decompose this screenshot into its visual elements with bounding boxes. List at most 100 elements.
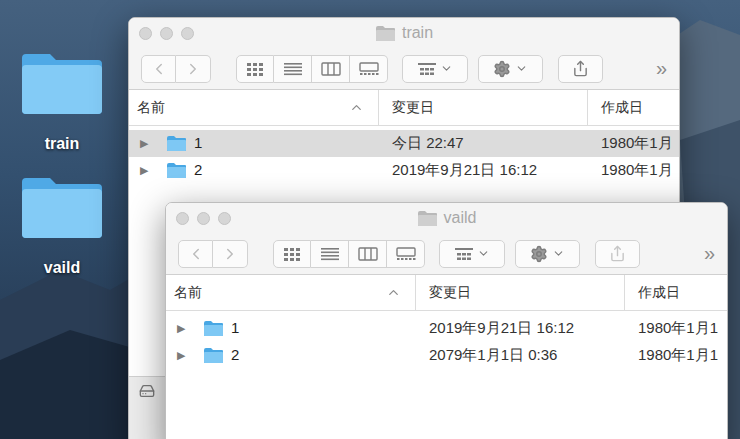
path-bar	[129, 376, 165, 439]
back-icon	[150, 60, 168, 78]
forward-button[interactable]	[213, 240, 248, 268]
file-name: 1	[194, 132, 202, 155]
gear-icon	[493, 60, 511, 78]
created-date: 1980年1月1	[625, 344, 727, 367]
action-button[interactable]	[478, 55, 543, 83]
desktop: trainvaildtrain»名前変更日作成日▶1今日 22:471980年1…	[0, 0, 740, 439]
zoom-button[interactable]	[218, 212, 231, 225]
column-header-cell[interactable]: 作成日	[588, 90, 679, 125]
back-button[interactable]	[141, 55, 176, 83]
view-mode-button[interactable]	[349, 240, 387, 268]
desktop-icons: train vaild	[20, 50, 104, 280]
file-row[interactable]: ▶ 2 2019年9月21日 16:121980年1月	[129, 157, 679, 184]
share-icon	[609, 245, 626, 262]
share-icon	[572, 60, 589, 77]
file-name: 2	[231, 344, 239, 367]
view-mode-button[interactable]	[236, 55, 274, 83]
file-list: ▶ 1 2019年9月21日 16:121980年1月1 ▶ 2 2079年1月1日 0:…	[166, 311, 727, 439]
column-header-cell[interactable]: 変更日	[379, 90, 588, 125]
close-button[interactable]	[139, 27, 152, 40]
view-mode-button[interactable]	[350, 55, 388, 83]
window-title: train	[402, 21, 433, 45]
folder-icon	[166, 135, 187, 152]
created-date: 1980年1月	[588, 132, 679, 155]
view-mode-button[interactable]	[273, 240, 311, 268]
folder-icon	[20, 50, 104, 116]
chevron-down-icon	[552, 247, 565, 260]
file-row[interactable]: ▶ 2 2079年1月1日 0:361980年1月1	[166, 342, 727, 369]
action-button[interactable]	[515, 240, 580, 268]
gear-icon	[530, 245, 548, 263]
view-mode-button[interactable]	[311, 240, 349, 268]
file-name: 2	[194, 159, 202, 182]
view-mode-button[interactable]	[312, 55, 350, 83]
toolbar-overflow[interactable]: »	[704, 243, 715, 265]
created-date: 1980年1月	[588, 159, 679, 182]
folder-icon	[203, 320, 224, 337]
title-bar[interactable]: vaild	[166, 203, 727, 233]
back-icon	[187, 245, 205, 263]
disclosure-triangle[interactable]: ▶	[140, 135, 158, 152]
desktop-folder[interactable]: vaild	[20, 174, 104, 280]
columns-view-icon	[358, 247, 378, 261]
modified-date: 2019年9月21日 16:12	[416, 317, 625, 340]
disclosure-triangle[interactable]: ▶	[177, 347, 195, 364]
gallery-view-icon	[359, 62, 379, 76]
title-bar[interactable]: train	[129, 18, 679, 48]
column-header: 名前変更日作成日	[166, 275, 727, 311]
folder-icon	[203, 347, 224, 364]
column-header-cell[interactable]: 名前	[129, 90, 379, 125]
forward-icon	[221, 245, 239, 263]
group-icon	[454, 247, 474, 261]
window-title: vaild	[444, 206, 477, 230]
created-date: 1980年1月1	[625, 317, 727, 340]
list-view-icon	[320, 247, 340, 261]
desktop-folder[interactable]: train	[20, 50, 104, 156]
forward-button[interactable]	[176, 55, 211, 83]
modified-date: 今日 22:47	[379, 132, 588, 155]
group-icon	[417, 62, 437, 76]
minimize-button[interactable]	[197, 212, 210, 225]
disclosure-triangle[interactable]: ▶	[177, 320, 195, 337]
sort-icon	[349, 100, 364, 115]
modified-date: 2079年1月1日 0:36	[416, 344, 625, 367]
finder-window[interactable]: vaild » 名前変更日作成日 ▶ 1 2019年9月21日 16:121980年1月1…	[165, 202, 728, 439]
columns-view-icon	[321, 62, 341, 76]
folder-icon	[375, 25, 396, 42]
list-view-icon	[283, 62, 303, 76]
back-button[interactable]	[178, 240, 213, 268]
column-header-cell[interactable]: 名前	[166, 275, 416, 310]
sort-icon	[386, 285, 401, 300]
disk-icon	[139, 383, 155, 399]
modified-date: 2019年9月21日 16:12	[379, 159, 588, 182]
close-button[interactable]	[176, 212, 189, 225]
file-row[interactable]: ▶ 1 2019年9月21日 16:121980年1月1	[166, 315, 727, 342]
file-row[interactable]: ▶ 1 今日 22:471980年1月	[129, 130, 679, 157]
gallery-view-icon	[396, 247, 416, 261]
group-button[interactable]	[402, 55, 468, 83]
toolbar: »	[129, 48, 679, 90]
folder-icon	[20, 174, 104, 240]
icons-view-icon	[282, 247, 302, 261]
chevron-down-icon	[515, 62, 528, 75]
column-header-cell[interactable]: 変更日	[416, 275, 625, 310]
share-button[interactable]	[558, 55, 603, 83]
toolbar-overflow[interactable]: »	[656, 58, 667, 80]
chevron-down-icon	[440, 62, 453, 75]
icons-view-icon	[245, 62, 265, 76]
column-header-cell[interactable]: 作成日	[625, 275, 727, 310]
view-mode-button[interactable]	[387, 240, 425, 268]
disclosure-triangle[interactable]: ▶	[140, 162, 158, 179]
group-button[interactable]	[439, 240, 505, 268]
forward-icon	[184, 60, 202, 78]
toolbar: »	[166, 233, 727, 275]
minimize-button[interactable]	[160, 27, 173, 40]
folder-icon	[417, 210, 438, 227]
zoom-button[interactable]	[181, 27, 194, 40]
view-mode-button[interactable]	[274, 55, 312, 83]
share-button[interactable]	[595, 240, 640, 268]
folder-icon	[166, 162, 187, 179]
column-header: 名前変更日作成日	[129, 90, 679, 126]
file-name: 1	[231, 317, 239, 340]
chevron-down-icon	[477, 247, 490, 260]
